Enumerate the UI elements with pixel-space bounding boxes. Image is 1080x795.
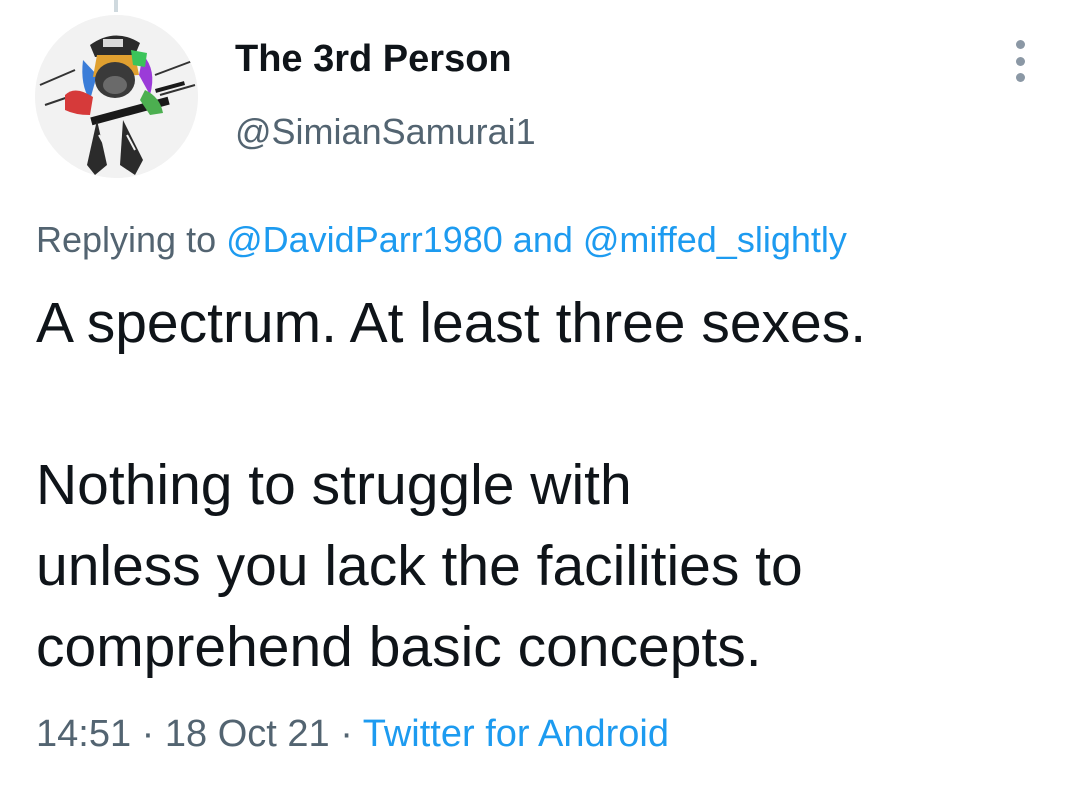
tweet-text-line: unless you lack the facilities to xyxy=(36,534,803,598)
author-handle[interactable]: @SimianSamurai1 xyxy=(235,111,536,153)
replying-to-line: Replying to @DavidParr1980 and @miffed_s… xyxy=(36,219,847,261)
meta-separator: · xyxy=(131,713,165,755)
tweet-text-line: comprehend basic concepts. xyxy=(36,615,762,679)
tweet-text-line: A spectrum. At least three sexes. xyxy=(36,291,867,355)
more-options-button[interactable] xyxy=(1000,38,1040,84)
reply-mention-link[interactable]: @miffed_slightly xyxy=(583,219,847,260)
tweet-text-line: Nothing to struggle with xyxy=(36,453,632,517)
tweet-time[interactable]: 14:51 xyxy=(36,713,131,755)
meta-separator: · xyxy=(329,713,363,755)
paragraph-break xyxy=(36,364,1056,445)
vertical-dots-icon xyxy=(1015,73,1025,82)
replying-to-label: Replying to xyxy=(36,219,227,260)
author-display-name[interactable]: The 3rd Person xyxy=(235,38,512,81)
tweet-date[interactable]: 18 Oct 21 xyxy=(165,713,330,755)
reply-separator[interactable]: and xyxy=(503,219,583,260)
tweet-source-link[interactable]: Twitter for Android xyxy=(363,713,669,755)
tweet-metadata: 14:51 · 18 Oct 21 · Twitter for Android xyxy=(36,713,669,756)
vertical-dots-icon xyxy=(1015,56,1025,66)
reply-mention-link[interactable]: @DavidParr1980 xyxy=(226,219,503,260)
vertical-dots-icon xyxy=(1015,40,1025,49)
avatar-image xyxy=(35,15,198,178)
tweet-text: A spectrum. At least three sexes. Nothin… xyxy=(36,283,1056,688)
avatar[interactable] xyxy=(35,15,198,178)
thread-connector-line xyxy=(114,0,118,12)
